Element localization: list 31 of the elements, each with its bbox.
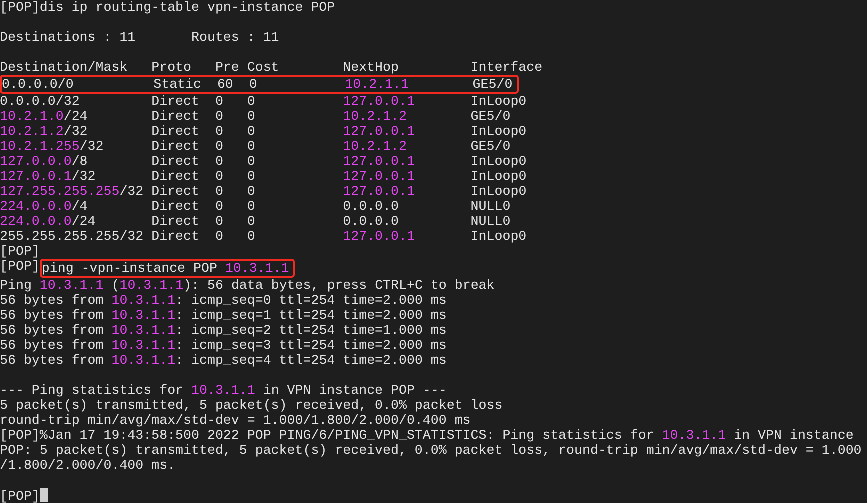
terminal-line: Ping 10.3.1.1 (10.3.1.1): 56 data bytes, press CTRL+C to break [0,278,495,293]
highlight-box: ping -vpn-instance POP 10.3.1.1 [40,259,296,278]
terminal-line: [POP]%Jan 17 19:43:58:500 2022 POP PING/6/PING_VPN_STATISTICS: Ping statistics for 10.3.1.1 in VPN instance [0,428,854,443]
terminal-line: 127.255.255.255/32 Direct 0 0 127.0.0.1 InLoop0 [0,184,527,199]
terminal-line: 10.2.1.255/32 Direct 0 0 10.2.1.2 GE5/0 [0,139,511,154]
terminal-line: 0.0.0.0/32 Direct 0 0 127.0.0.1 InLoop0 [0,94,527,109]
terminal-text: [POP] [0,489,40,503]
terminal-line: 56 bytes from 10.3.1.1: icmp_seq=2 ttl=254 time=1.000 ms [0,323,447,338]
terminal-line: 56 bytes from 10.3.1.1: icmp_seq=4 ttl=254 time=2.000 ms [0,353,447,368]
terminal-line: 10.2.1.0/24 Direct 0 0 10.2.1.2 GE5/0 [0,109,511,124]
terminal-line: 10.2.1.2/32 Direct 0 0 127.0.0.1 InLoop0 [0,124,527,139]
terminal-line: 56 bytes from 10.3.1.1: icmp_seq=1 ttl=254 time=2.000 ms [0,308,447,323]
terminal-line: round-trip min/avg/max/std-dev = 1.000/1.800/2.000/0.400 ms [0,413,471,428]
terminal-line: Destinations : 11 Routes : 11 [0,30,280,45]
terminal-line: Destination/Mask Proto Pre Cost NextHop Interface [0,60,543,75]
terminal-line: 127.0.0.1/32 Direct 0 0 127.0.0.1 InLoop0 [0,169,527,184]
terminal-line: 224.0.0.0/24 Direct 0 0 0.0.0.0 NULL0 [0,214,511,229]
terminal-line: [POP] [0,244,40,259]
terminal-line: 127.0.0.0/8 Direct 0 0 127.0.0.1 InLoop0 [0,154,527,169]
terminal-line: 56 bytes from 10.3.1.1: icmp_seq=3 ttl=254 time=2.000 ms [0,338,447,353]
terminal-line: /1.800/2.000/0.400 ms. [0,458,176,473]
terminal-line: --- Ping statistics for 10.3.1.1 in VPN instance POP --- [0,383,447,398]
terminal-line: 224.0.0.0/4 Direct 0 0 0.0.0.0 NULL0 [0,199,511,214]
terminal-line: 5 packet(s) transmitted, 5 packet(s) received, 0.0% packet loss [0,398,503,413]
terminal-text: [POP] [0,259,40,274]
terminal-line: 255.255.255.255/32 Direct 0 0 127.0.0.1 InLoop0 [0,229,527,244]
terminal-line: POP: 5 packet(s) transmitted, 5 packet(s) received, 0.0% packet loss, round-trip min/avg/max/std-dev = 1.000 [0,443,862,458]
terminal-line: 56 bytes from 10.3.1.1: icmp_seq=0 ttl=254 time=2.000 ms [0,293,447,308]
highlight-box: 0.0.0.0/0 Static 60 0 10.2.1.1 GE5/0 [0,75,519,94]
text-cursor [40,488,48,502]
terminal-line: [POP]dis ip routing-table vpn-instance POP [0,0,336,15]
